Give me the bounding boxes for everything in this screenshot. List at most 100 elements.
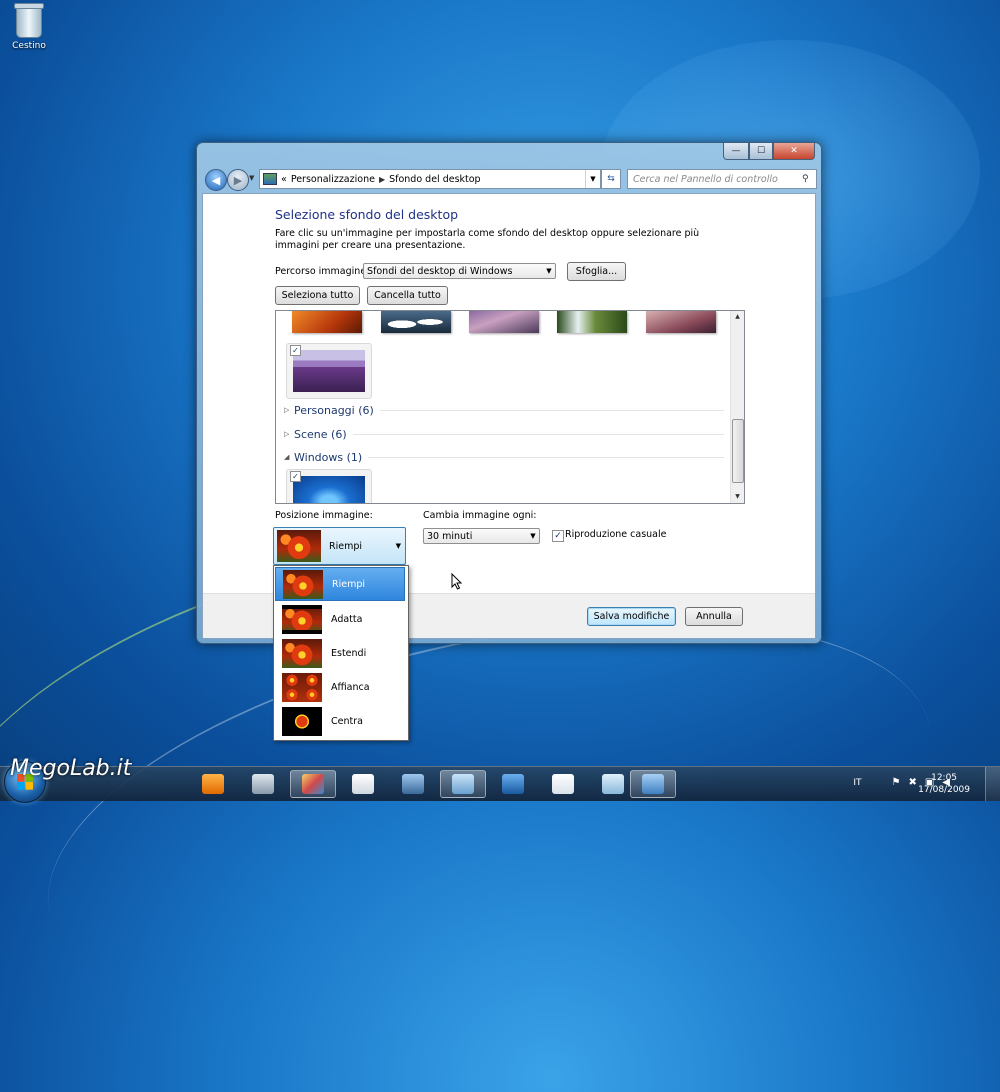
recycle-bin-icon bbox=[14, 3, 44, 38]
search-icon[interactable]: ⚲ bbox=[802, 174, 816, 184]
navigation-bar: ◀ ▶ ▼ « Personalizzazione ▶ Sfondo del d… bbox=[201, 167, 817, 191]
group-name[interactable]: Windows (1) bbox=[294, 451, 362, 464]
calculator-icon bbox=[252, 774, 274, 794]
search-input[interactable]: Cerca nel Pannello di controllo bbox=[628, 174, 802, 185]
select-all-button[interactable]: Seleziona tutto bbox=[275, 286, 360, 305]
group-personaggi[interactable]: ▷ Personaggi (6) bbox=[284, 403, 724, 417]
checkbox-icon[interactable]: ✓ bbox=[290, 345, 301, 356]
breadcrumb-separator-icon[interactable]: ▶ bbox=[379, 175, 385, 184]
recycle-bin-shortcut[interactable]: Cestino bbox=[8, 3, 50, 51]
watermark-logo: MegoLab.it bbox=[10, 756, 132, 781]
explorer-icon bbox=[452, 774, 474, 794]
scroll-down-icon[interactable]: ▼ bbox=[731, 491, 744, 503]
forward-button[interactable]: ▶ bbox=[227, 169, 249, 191]
caption-buttons: — ☐ ✕ bbox=[723, 143, 815, 160]
address-dropdown-icon[interactable]: ▼ bbox=[585, 170, 600, 188]
gallery-scrollbar[interactable]: ▲ ▼ bbox=[730, 311, 744, 503]
fill-option-icon bbox=[283, 569, 323, 599]
paint-taskbar-button[interactable] bbox=[290, 770, 336, 798]
chevron-down-icon: ▼ bbox=[530, 532, 536, 540]
position-option-riempi[interactable]: Riempi bbox=[275, 567, 405, 601]
clear-all-button[interactable]: Cancella tutto bbox=[367, 286, 448, 305]
taskbar: IT ⚑ ✖ ▣ ◀ 12:05 17/08/2009 bbox=[0, 761, 1000, 803]
clock-time: 12:05 bbox=[931, 773, 958, 783]
back-button[interactable]: ◀ bbox=[205, 169, 227, 191]
page-description: Fare clic su un'immagine per impostarla … bbox=[275, 228, 700, 251]
path-select-value: Sfondi del desktop di Windows bbox=[367, 265, 513, 277]
clock[interactable]: 12:05 17/08/2009 bbox=[918, 772, 970, 796]
chevron-down-icon: ▼ bbox=[546, 267, 552, 275]
position-option-adatta[interactable]: Adatta bbox=[275, 602, 405, 636]
stretch-option-icon bbox=[282, 638, 322, 668]
path-select[interactable]: Sfondi del desktop di Windows ▼ bbox=[363, 263, 556, 279]
cancel-button[interactable]: Annulla bbox=[685, 607, 743, 626]
wallpaper-tile-windows[interactable]: ✓ bbox=[286, 469, 372, 503]
checkbox-icon[interactable]: ✓ bbox=[290, 471, 301, 482]
address-bar[interactable]: « Personalizzazione ▶ Sfondo del desktop… bbox=[259, 169, 601, 189]
position-option-centra[interactable]: Centra bbox=[275, 704, 405, 738]
search-box[interactable]: Cerca nel Pannello di controllo ⚲ bbox=[627, 169, 817, 189]
position-option-affianca[interactable]: Affianca bbox=[275, 670, 405, 704]
change-interval-label: Cambia immagine ogni: bbox=[423, 510, 537, 521]
page-title: Selezione sfondo del desktop bbox=[275, 207, 459, 222]
paint-icon bbox=[302, 774, 324, 794]
remote-desktop-taskbar-button[interactable] bbox=[490, 770, 536, 798]
wallpaper-thumbnail[interactable] bbox=[469, 311, 539, 333]
fill-preview-icon bbox=[277, 530, 321, 562]
group-name[interactable]: Personaggi (6) bbox=[294, 404, 374, 417]
show-desktop-button[interactable] bbox=[985, 767, 1000, 801]
solitaire-taskbar-button[interactable] bbox=[340, 770, 386, 798]
language-indicator[interactable]: IT bbox=[853, 778, 861, 788]
calculator-taskbar-button[interactable] bbox=[240, 770, 286, 798]
wallpaper-thumbnail[interactable] bbox=[557, 311, 627, 333]
position-option-estendi[interactable]: Estendi bbox=[275, 636, 405, 670]
option-label: Affianca bbox=[331, 681, 370, 693]
group-name[interactable]: Scene (6) bbox=[294, 428, 347, 441]
wallpaper-thumbnail[interactable] bbox=[292, 311, 362, 333]
action-center-icon[interactable]: ⚑ bbox=[891, 777, 900, 788]
position-dropdown-list: Riempi Adatta Estendi Affianca Centra bbox=[273, 565, 409, 741]
group-scene[interactable]: ▷ Scene (6) bbox=[284, 427, 724, 441]
expand-arrow-icon[interactable]: ▷ bbox=[284, 406, 294, 414]
lavender-thumbnail bbox=[293, 350, 365, 392]
recent-pages-chevron-icon[interactable]: ▼ bbox=[249, 174, 254, 182]
network-icon[interactable]: ✖ bbox=[908, 777, 916, 788]
breadcrumb-desktop-background[interactable]: Sfondo del desktop bbox=[389, 174, 481, 185]
center-option-icon bbox=[282, 706, 322, 736]
explorer-taskbar-button[interactable] bbox=[440, 770, 486, 798]
scroll-thumb[interactable] bbox=[732, 419, 744, 483]
shuffle-label[interactable]: Riproduzione casuale bbox=[565, 529, 666, 540]
control-panel-taskbar-button[interactable] bbox=[630, 770, 676, 798]
collapse-arrow-icon[interactable]: ◢ bbox=[284, 453, 294, 461]
shuffle-checkbox[interactable]: ✓ bbox=[552, 530, 564, 542]
close-button[interactable]: ✕ bbox=[773, 143, 815, 160]
option-label: Centra bbox=[331, 715, 363, 727]
media-player-taskbar-button[interactable] bbox=[190, 770, 236, 798]
change-interval-select[interactable]: 30 minuti ▼ bbox=[423, 528, 540, 544]
option-label: Riempi bbox=[332, 578, 366, 590]
document-taskbar-button[interactable] bbox=[540, 770, 586, 798]
browse-button[interactable]: Sfoglia... bbox=[567, 262, 626, 281]
scroll-up-icon[interactable]: ▲ bbox=[731, 311, 744, 323]
maximize-button[interactable]: ☐ bbox=[749, 143, 773, 160]
tile-option-icon bbox=[282, 672, 322, 702]
change-interval-value: 30 minuti bbox=[427, 530, 473, 542]
option-label: Estendi bbox=[331, 647, 367, 659]
computer-icon bbox=[402, 774, 424, 794]
save-button[interactable]: Salva modifiche bbox=[587, 607, 676, 626]
wallpaper-thumbnail[interactable] bbox=[381, 311, 451, 333]
path-label: Percorso immagine: bbox=[275, 266, 370, 277]
computer-taskbar-button[interactable] bbox=[390, 770, 436, 798]
wallpaper-tile-lavender[interactable]: ✓ bbox=[286, 343, 372, 399]
remote-desktop-icon bbox=[502, 774, 524, 794]
fit-option-icon bbox=[282, 604, 322, 634]
refresh-icon[interactable]: ⇆ bbox=[601, 169, 621, 189]
breadcrumb-personalization[interactable]: Personalizzazione bbox=[291, 174, 375, 185]
position-select[interactable]: Riempi ▼ bbox=[273, 527, 406, 565]
address-prefix[interactable]: « bbox=[281, 174, 287, 185]
group-windows[interactable]: ◢ Windows (1) bbox=[284, 450, 724, 464]
minimize-button[interactable]: — bbox=[723, 143, 749, 160]
expand-arrow-icon[interactable]: ▷ bbox=[284, 430, 294, 438]
document-icon bbox=[552, 774, 574, 794]
wallpaper-thumbnail[interactable] bbox=[646, 311, 716, 333]
